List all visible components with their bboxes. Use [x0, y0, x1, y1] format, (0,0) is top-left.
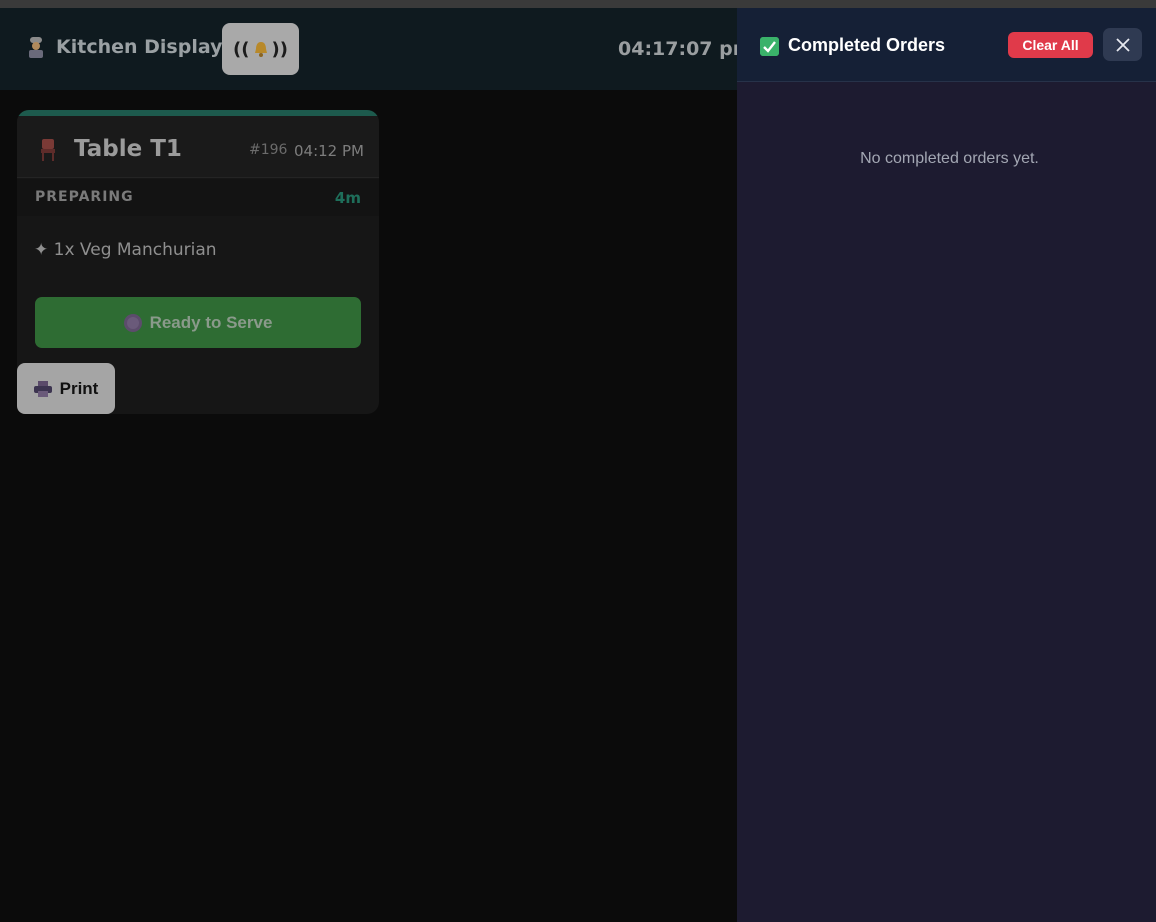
- panel-header: Completed Orders Clear All: [737, 8, 1156, 82]
- close-panel-button[interactable]: [1103, 28, 1142, 61]
- dim-overlay[interactable]: [0, 8, 737, 922]
- empty-state-message: No completed orders yet.: [860, 150, 1039, 167]
- panel-title: Completed Orders: [788, 35, 946, 55]
- clear-all-button[interactable]: Clear All: [1008, 32, 1093, 58]
- close-icon: [1115, 37, 1130, 52]
- check-icon: [760, 37, 779, 56]
- browser-top-strip: [0, 0, 1156, 8]
- completed-orders-panel: Completed Orders Clear All No completed …: [737, 8, 1156, 922]
